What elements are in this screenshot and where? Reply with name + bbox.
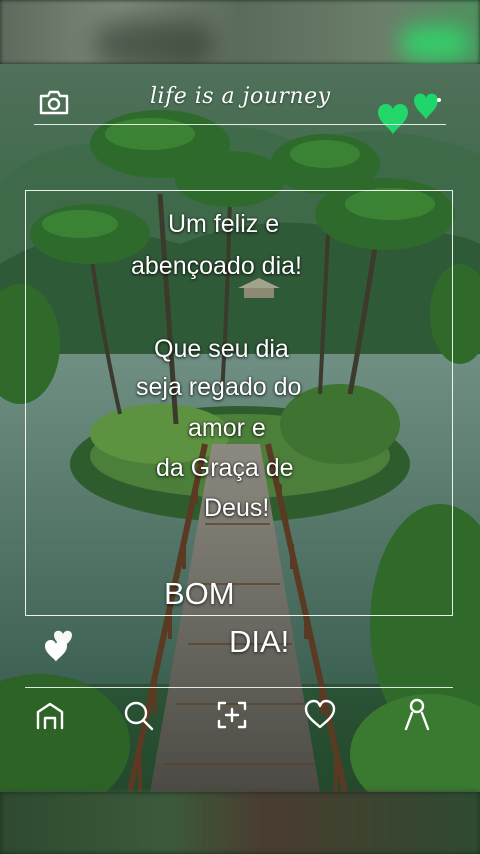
top-blurred-band: [0, 0, 480, 70]
blur-blob: [95, 20, 215, 70]
message-line-2: abençoado dia!: [131, 252, 302, 280]
closing-bom: BOM: [164, 576, 235, 611]
green-glow: [400, 26, 470, 60]
bottom-blurred-band: [0, 792, 480, 854]
message-line-3: Que seu dia: [154, 335, 289, 363]
search-icon[interactable]: [121, 698, 155, 732]
white-double-heart-icon[interactable]: [42, 628, 76, 664]
home-icon[interactable]: [34, 700, 66, 732]
camera-icon[interactable]: [38, 88, 70, 116]
message-line-4: seja regado do: [136, 373, 302, 401]
header-divider: [34, 124, 446, 125]
bottom-divider: [25, 687, 453, 688]
closing-dia: DIA!: [229, 624, 290, 659]
screen: life is a journey Um feliz e abençoado d…: [0, 0, 480, 854]
tagline: life is a journey: [150, 84, 331, 109]
message-line-6: da Graça de: [156, 454, 294, 482]
add-frame-icon[interactable]: [216, 700, 248, 730]
green-double-heart-icon: [378, 93, 441, 135]
profile-icon[interactable]: [402, 697, 432, 731]
heart-icon[interactable]: [303, 699, 337, 731]
message-line-7: Deus!: [204, 494, 270, 522]
message-line-5: amor e: [188, 414, 266, 442]
message-line-1: Um feliz e: [168, 210, 280, 238]
